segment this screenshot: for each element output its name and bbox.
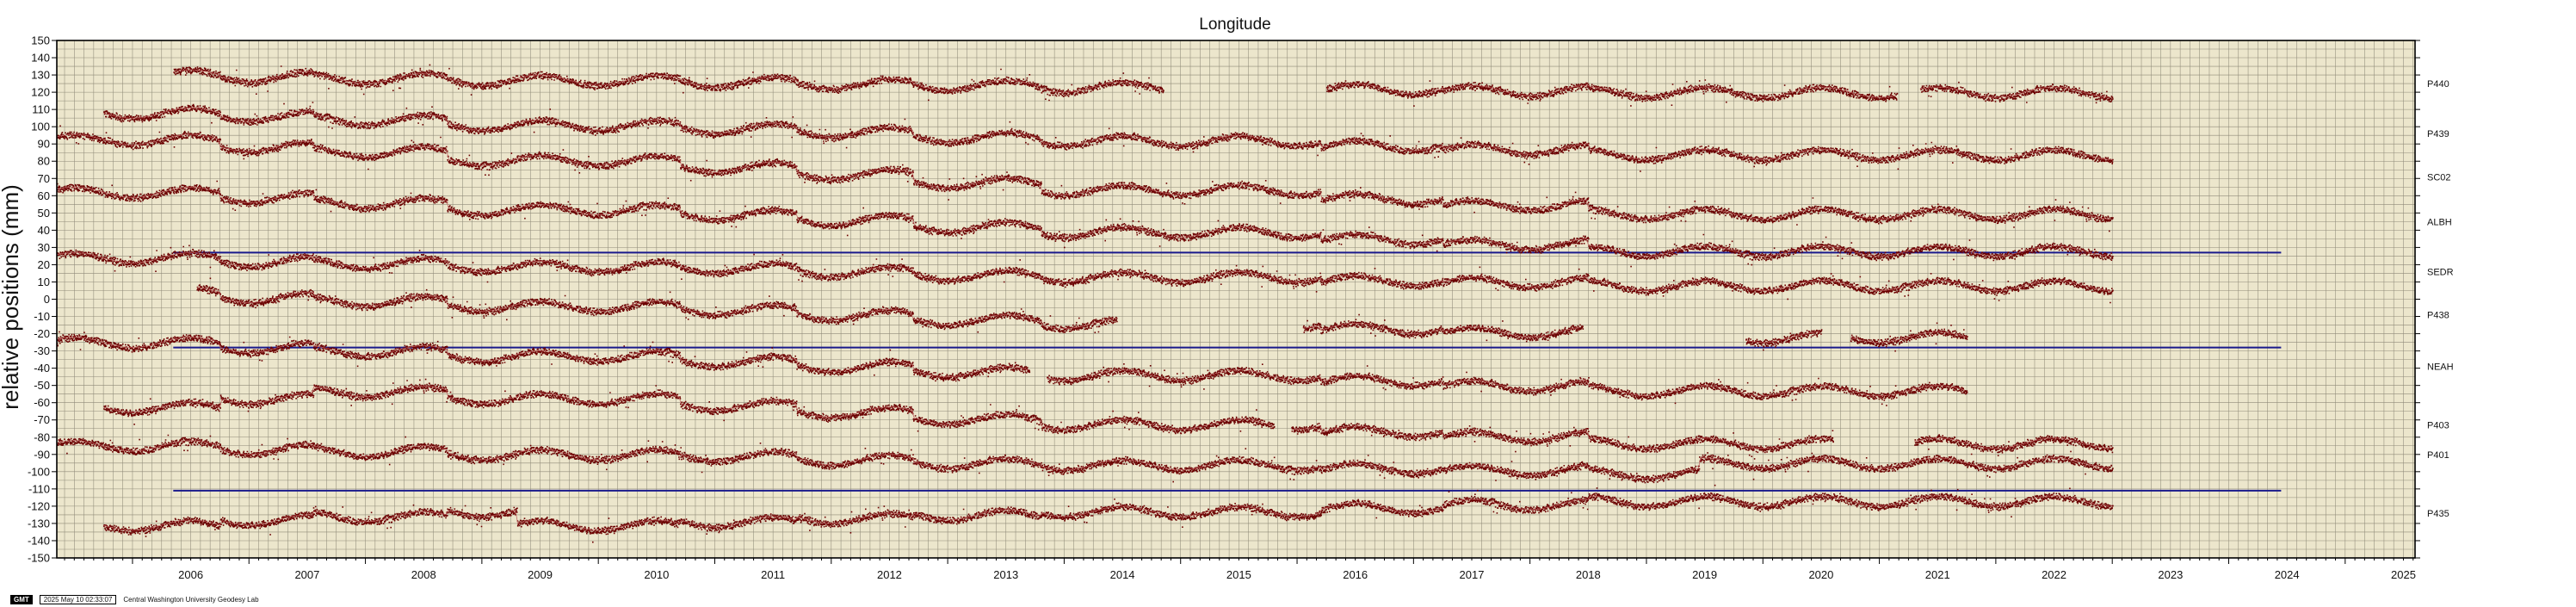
y-tick-label: -30 (34, 344, 50, 357)
y-tick-label: 140 (31, 52, 50, 65)
y-tick-label: -140 (28, 534, 50, 547)
x-tick-label: 2014 (1110, 568, 1135, 581)
y-tick-label: 60 (38, 189, 50, 202)
x-tick-label: 2023 (2158, 568, 2183, 581)
y-tick-label: -60 (34, 396, 50, 409)
y-tick-label: -130 (28, 517, 50, 530)
y-tick-label: 70 (38, 172, 50, 185)
station-label: NEAH (2427, 362, 2454, 373)
y-tick-label: 40 (38, 224, 50, 237)
y-tick-label: 20 (38, 258, 50, 271)
y-tick-label: -10 (34, 310, 50, 323)
x-tick-labels: 2006 2007 2008 2009 2010 2011 2012 2013 2014 2015… (178, 568, 2416, 581)
x-tick-label: 2013 (993, 568, 1018, 581)
x-tick-label: 2008 (411, 568, 436, 581)
x-tick-label: 2010 (644, 568, 669, 581)
y-tick-label: -150 (28, 552, 50, 565)
x-tick-label: 2017 (1460, 568, 1485, 581)
x-tick-label: 2007 (294, 568, 319, 581)
station-label: SC02 (2427, 172, 2451, 183)
y-tick-label: 10 (38, 276, 50, 288)
credit: Central Washington University Geodesy La… (123, 595, 259, 604)
y-tick-label: 30 (38, 241, 50, 254)
x-tick-label: 2025 (2391, 568, 2416, 581)
timestamp: 2025 May 10 02:33:07 (39, 594, 117, 604)
x-tick-label: 2016 (1343, 568, 1368, 581)
x-tick-label: 2022 (2042, 568, 2066, 581)
footer: GMT 2025 May 10 02:33:07 Central Washing… (10, 594, 259, 604)
x-tick-label: 2011 (761, 568, 785, 581)
station-label: SEDR (2427, 267, 2454, 277)
y-tick-label: 80 (38, 155, 50, 168)
y-axis-label: relative positions (mm) (0, 184, 23, 410)
station-labels: P440 P439 SC02 ALBH SEDR P438 NEAH P403 P401 P435 (2427, 79, 2454, 519)
grid (57, 40, 2415, 559)
y-tick-label: -50 (34, 379, 50, 392)
station-label: P440 (2427, 79, 2449, 90)
y-tick-label: -70 (34, 413, 50, 426)
chart-title: Longitude (1199, 15, 1270, 34)
y-tick-label: -100 (28, 465, 50, 478)
y-tick-label: 120 (31, 86, 50, 99)
gmt-logo: GMT (10, 594, 33, 604)
y-tick-label: 130 (31, 69, 50, 82)
x-tick-label: 2024 (2275, 568, 2300, 581)
x-tick-label: 2009 (528, 568, 553, 581)
y-tick-label: -90 (34, 448, 50, 461)
y-tick-label: -80 (34, 430, 50, 443)
x-tick-label: 2006 (178, 568, 203, 581)
station-label: P439 (2427, 129, 2449, 139)
y-tick-label: -20 (34, 327, 50, 340)
station-label: P401 (2427, 450, 2449, 461)
y-tick-label: 100 (31, 121, 50, 133)
y-tick-label: 110 (32, 103, 50, 116)
y-tick-label: 150 (31, 34, 50, 47)
y-tick-label: -120 (28, 499, 50, 512)
station-label: P438 (2427, 311, 2449, 321)
x-tick-label: 2015 (1226, 568, 1251, 581)
y-tick-label: 50 (38, 207, 50, 220)
x-tick-label: 2021 (1925, 568, 1950, 581)
y-tick-label: 0 (44, 293, 50, 306)
x-tick-label: 2012 (877, 568, 902, 581)
y-tick-labels: -150-140-130-120-110-100-90-80-70-60-50-… (28, 34, 50, 565)
x-tick-label: 2018 (1576, 568, 1601, 581)
station-label: P403 (2427, 421, 2449, 431)
station-label: ALBH (2427, 217, 2452, 227)
chart: Longitude relative positions (mm) -150 -1… (0, 15, 2454, 581)
x-tick-label: 2020 (1808, 568, 1833, 581)
station-label: P435 (2427, 509, 2449, 519)
x-tick-label: 2019 (1692, 568, 1717, 581)
y-tick-label: -110 (28, 482, 50, 495)
y-tick-label: 90 (38, 138, 50, 151)
y-tick-label: -40 (34, 362, 50, 375)
